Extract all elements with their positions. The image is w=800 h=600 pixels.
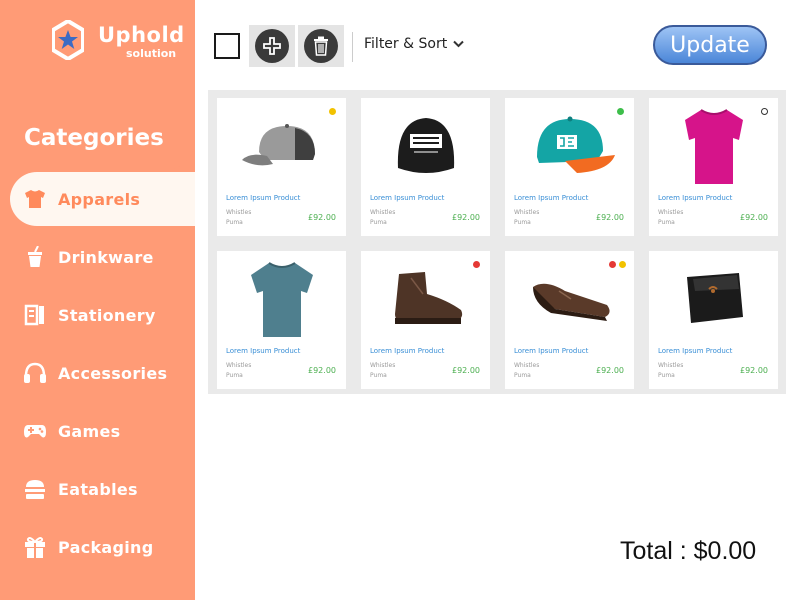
sidebar-item-label: Eatables xyxy=(58,479,138,499)
toolbar-divider xyxy=(352,32,353,62)
product-card[interactable]: Lorem Ipsum Product Whistles Puma £92.00 xyxy=(505,98,634,236)
product-subtitle: Whistles xyxy=(226,362,252,369)
product-brand: Puma xyxy=(226,372,243,379)
categories-header: Categories xyxy=(0,110,195,170)
product-image-teal-cap xyxy=(505,102,634,190)
product-price: £92.00 xyxy=(596,213,624,222)
sidebar-item-label: Drinkware xyxy=(58,247,154,267)
select-all-checkbox[interactable] xyxy=(214,33,240,59)
product-subtitle: Whistles xyxy=(370,209,396,216)
trash-icon xyxy=(304,29,338,63)
sidebar-item-accessories[interactable]: Accessories xyxy=(22,355,192,391)
product-name: Lorem Ipsum Product xyxy=(658,194,733,202)
sidebar-item-packaging[interactable]: Packaging xyxy=(22,529,192,565)
headphones-icon xyxy=(22,360,48,386)
sidebar-item-drinkware[interactable]: Drinkware xyxy=(22,239,192,275)
product-name: Lorem Ipsum Product xyxy=(370,347,445,355)
categories-title: Categories xyxy=(24,125,164,151)
product-subtitle: Whistles xyxy=(658,209,684,216)
product-subtitle: Whistles xyxy=(658,362,684,369)
product-subtitle: Whistles xyxy=(514,209,540,216)
product-name: Lorem Ipsum Product xyxy=(226,194,301,202)
gift-icon xyxy=(22,534,48,560)
tshirt-icon xyxy=(22,186,48,212)
product-price: £92.00 xyxy=(452,213,480,222)
sidebar-item-eatables[interactable]: Eatables xyxy=(22,471,192,507)
product-brand: Puma xyxy=(514,219,531,226)
burger-icon xyxy=(22,476,48,502)
product-grid: Lorem Ipsum Product Whistles Puma £92.00… xyxy=(208,90,786,394)
sidebar-item-apparels[interactable]: Apparels xyxy=(22,181,192,217)
cup-icon xyxy=(22,244,48,270)
sidebar-item-label: Stationery xyxy=(58,305,156,325)
product-price: £92.00 xyxy=(740,213,768,222)
product-image-magenta-tshirt xyxy=(649,102,778,190)
brand-subtitle: solution xyxy=(126,47,177,60)
product-card[interactable]: Lorem Ipsum Product Whistles Puma £92.00 xyxy=(217,98,346,236)
product-price: £92.00 xyxy=(452,366,480,375)
product-card[interactable]: Lorem Ipsum Product Whistles Puma £92.00 xyxy=(217,251,346,389)
product-brand: Puma xyxy=(514,372,531,379)
product-price: £92.00 xyxy=(740,366,768,375)
product-name: Lorem Ipsum Product xyxy=(370,194,445,202)
sidebar-item-label: Games xyxy=(58,421,121,441)
product-card[interactable]: Lorem Ipsum Product Whistles Puma £92.00 xyxy=(649,98,778,236)
chevron-down-icon xyxy=(453,36,464,52)
sidebar-item-stationery[interactable]: Stationery xyxy=(22,297,192,333)
product-price: £92.00 xyxy=(308,366,336,375)
add-button[interactable] xyxy=(249,25,295,67)
product-brand: Puma xyxy=(370,219,387,226)
product-brand: Puma xyxy=(370,372,387,379)
product-price: £92.00 xyxy=(308,213,336,222)
product-subtitle: Whistles xyxy=(370,362,396,369)
product-card[interactable]: Lorem Ipsum Product Whistles Puma £92.00 xyxy=(361,251,490,389)
product-image-teal-tshirt xyxy=(217,255,346,343)
filter-sort-dropdown[interactable]: Filter & Sort xyxy=(364,36,464,52)
product-image-grey-cap xyxy=(217,102,346,190)
product-image-brown-shoe xyxy=(505,255,634,343)
total-label: Total : $0.00 xyxy=(620,537,757,565)
notebook-icon xyxy=(22,302,48,328)
add-icon xyxy=(255,29,289,63)
sidebar-item-label: Packaging xyxy=(58,537,154,557)
product-name: Lorem Ipsum Product xyxy=(514,194,589,202)
update-button[interactable]: Update xyxy=(653,25,767,65)
product-subtitle: Whistles xyxy=(226,209,252,216)
brand-name: Uphold xyxy=(98,23,185,47)
product-brand: Puma xyxy=(658,372,675,379)
delete-button[interactable] xyxy=(298,25,344,67)
product-image-black-cap xyxy=(361,102,490,190)
product-image-brown-boot xyxy=(361,255,490,343)
product-image-black-wallet xyxy=(649,255,778,343)
sidebar-item-label: Apparels xyxy=(58,189,141,209)
logo-hexagon-icon xyxy=(52,20,84,60)
product-card[interactable]: Lorem Ipsum Product Whistles Puma £92.00 xyxy=(361,98,490,236)
product-name: Lorem Ipsum Product xyxy=(658,347,733,355)
filter-sort-label: Filter & Sort xyxy=(364,36,448,52)
product-brand: Puma xyxy=(658,219,675,226)
product-brand: Puma xyxy=(226,219,243,226)
product-card[interactable]: Lorem Ipsum Product Whistles Puma £92.00 xyxy=(649,251,778,389)
sidebar-item-label: Accessories xyxy=(58,363,168,383)
brand-logo: Uphold solution xyxy=(52,20,185,64)
product-price: £92.00 xyxy=(596,366,624,375)
sidebar: Uphold solution Categories Apparels Drin… xyxy=(0,0,195,600)
product-card[interactable]: Lorem Ipsum Product Whistles Puma £92.00 xyxy=(505,251,634,389)
product-subtitle: Whistles xyxy=(514,362,540,369)
gamepad-icon xyxy=(22,418,48,444)
product-name: Lorem Ipsum Product xyxy=(226,347,301,355)
product-name: Lorem Ipsum Product xyxy=(514,347,589,355)
sidebar-item-games[interactable]: Games xyxy=(22,413,192,449)
